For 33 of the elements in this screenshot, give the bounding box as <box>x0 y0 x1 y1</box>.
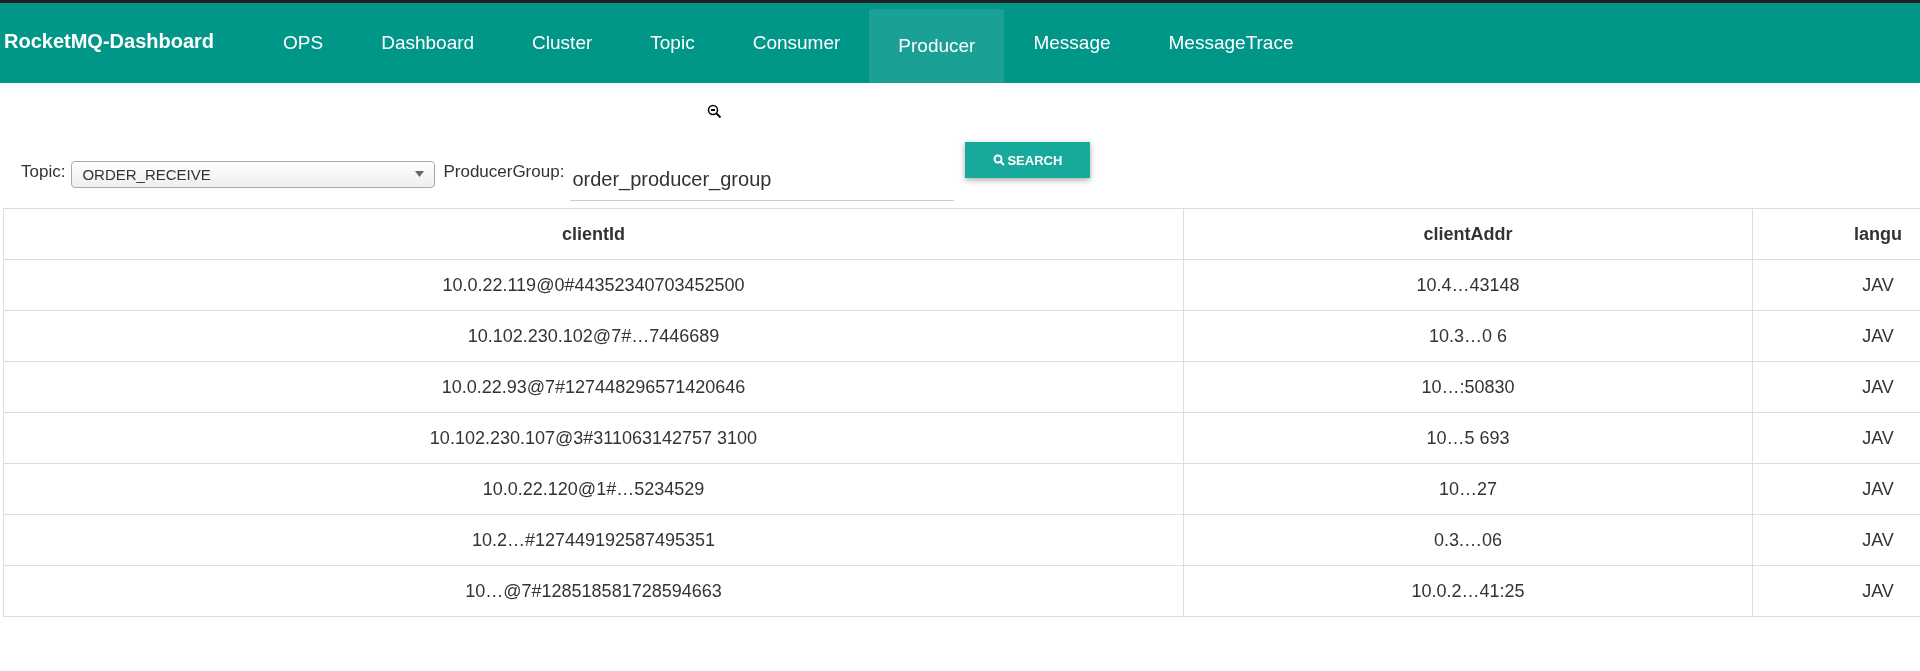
nav-tab[interactable]: MessageTrace <box>1139 3 1323 83</box>
table-cell: 10.2…#127449192587495351 <box>3 514 1184 566</box>
table-cell: 10.0.2…41:25 <box>1183 565 1753 617</box>
nav-tab[interactable]: Producer <box>869 9 1005 83</box>
nav-tab[interactable]: OPS <box>254 3 353 83</box>
column-header: clientId <box>3 208 1184 260</box>
table-cell: 10.0.22.120@1#…5234529 <box>3 463 1184 515</box>
nav-tab[interactable]: Message <box>1004 3 1140 83</box>
nav-tab[interactable]: Topic <box>621 3 724 83</box>
caret-icon <box>415 171 425 177</box>
table-cell: 10.0.22.119@0#44352340703452500 <box>3 259 1184 311</box>
producer-group-label: ProducerGroup: <box>443 162 565 182</box>
column-header: langu <box>1752 208 1920 260</box>
table-cell: 10.4…43148 <box>1183 259 1753 311</box>
table-cell: 10.3…0 6 <box>1183 310 1753 362</box>
search-button[interactable]: SEARCH <box>965 142 1091 178</box>
column-header: clientAddr <box>1183 208 1753 260</box>
nav-tab[interactable]: Dashboard <box>352 3 504 83</box>
table-cell: 10.0.22.93@7#127448296571420646 <box>3 361 1184 413</box>
table-cell: 10.102.230.107@3#311063142757 3100 <box>3 412 1184 464</box>
search-icon <box>993 154 1006 166</box>
brand-title[interactable]: RocketMQ-Dashboard <box>0 0 255 83</box>
topic-label: Topic: <box>21 162 66 182</box>
nav-tab[interactable]: Cluster <box>503 3 622 83</box>
table-cell: 10.102.230.102@7#…7446689 <box>3 310 1184 362</box>
table-cell: 10…5 693 <box>1183 412 1753 464</box>
topic-select[interactable]: ORDER_RECEIVE <box>71 160 436 188</box>
table-cell: 10…@7#128518581728594663 <box>3 565 1184 617</box>
table-cell: 10…:50830 <box>1183 361 1753 413</box>
nav-tab[interactable]: Consumer <box>723 3 870 83</box>
table-cell: 10…27 <box>1183 463 1753 515</box>
table-cell: 0.3.…06 <box>1183 514 1753 566</box>
zoom-out-icon[interactable] <box>707 103 723 120</box>
